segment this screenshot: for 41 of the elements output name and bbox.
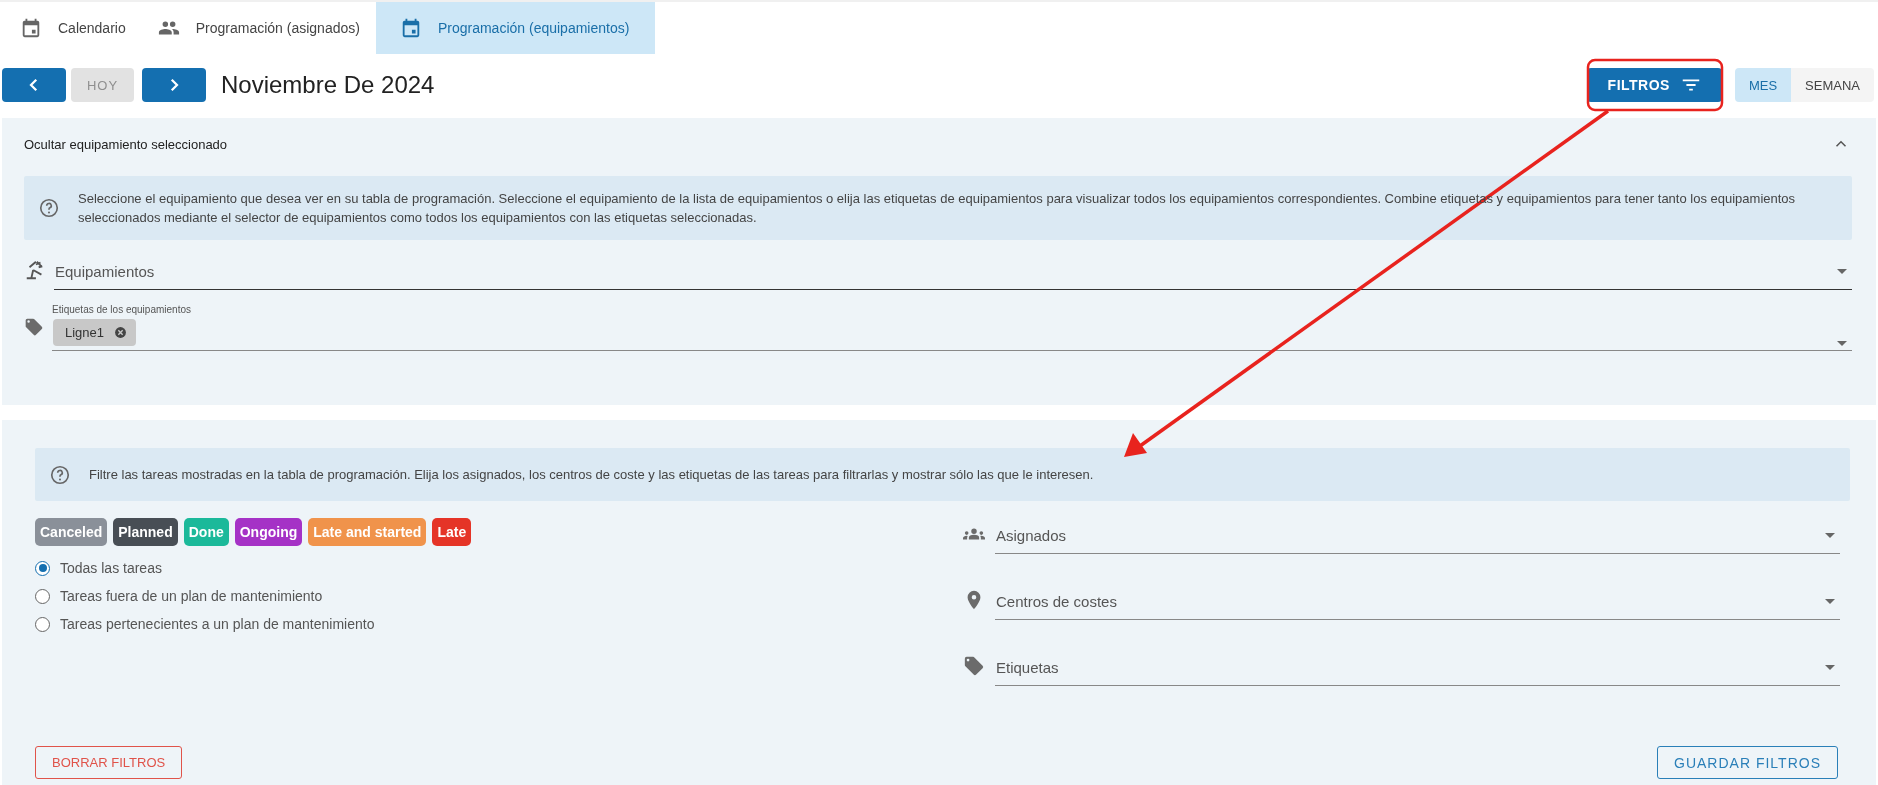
radio-button[interactable] (35, 560, 50, 576)
tag-icon (963, 655, 985, 677)
clear-filters-button[interactable]: BORRAR FILTROS (35, 746, 183, 779)
select-field[interactable]: Etiquetas (995, 650, 1840, 686)
month-title: Noviembre De 2024 (221, 71, 436, 99)
collapse-header[interactable]: Ocultar equipamiento seleccionado (24, 118, 1852, 170)
next-button[interactable] (142, 68, 206, 102)
caret-icon (1837, 341, 1847, 346)
caret-icon (1837, 269, 1847, 274)
caret-icon (1825, 533, 1835, 538)
view-toggle-button[interactable]: SEMANA (1791, 68, 1874, 102)
field-label: Etiquetas de los equipamientos (52, 304, 192, 315)
tab[interactable]: Programación (equipamientos) (375, 2, 656, 54)
remove-icon (114, 326, 128, 339)
filters-button[interactable]: FILTROS (1586, 68, 1722, 102)
select-field[interactable]: Centros de costes (995, 584, 1840, 620)
help-icon (49, 463, 71, 486)
radio-button[interactable] (35, 588, 50, 604)
radio-label: Tareas pertenecientes a un plan de mantenimiento (60, 616, 375, 632)
radio-label: Tareas fuera de un plan de mantenimiento (60, 588, 323, 604)
help-icon (38, 197, 60, 219)
save-filters-button[interactable]: GUARDAR FILTROS (1657, 746, 1838, 779)
status-chip[interactable]: Planned (113, 518, 178, 546)
caret-icon (1825, 599, 1835, 604)
calendar-icon (20, 17, 42, 39)
view-toggle-button[interactable]: MES (1734, 68, 1792, 102)
status-chip[interactable]: Late (432, 518, 472, 546)
tab[interactable]: Programación (asignados) (141, 2, 376, 54)
info-text: Filtre las tareas mostradas en la tabla de programación. Elija los asignados, los centros de coste y las etiquetas de las tareas para filtrarlas y mostrar sólo las que le interesen. (89, 466, 1094, 484)
select-field[interactable]: Equipamientos (54, 254, 1852, 290)
tab[interactable]: Calendario (4, 2, 142, 54)
radio-button[interactable] (35, 616, 50, 632)
section-title: Ocultar equipamiento seleccionado (24, 136, 228, 152)
radio-label: Todas las tareas (60, 560, 162, 576)
select-field[interactable]: Asignados (995, 518, 1840, 554)
tag-chip[interactable]: Ligne1 (53, 319, 137, 346)
caret-icon (1825, 665, 1835, 670)
status-chip[interactable]: Ongoing (234, 518, 303, 546)
previous-button[interactable] (2, 68, 66, 102)
tag-icon (24, 317, 44, 337)
tag-select-field[interactable]: Ligne1 (52, 319, 1852, 351)
